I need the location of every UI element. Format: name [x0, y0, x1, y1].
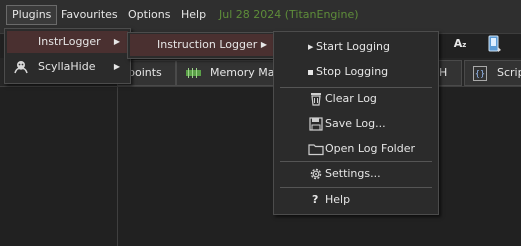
submenu-item-label: Instruction Logger: [157, 38, 258, 51]
menu-options[interactable]: Options: [123, 6, 175, 24]
chevron-right-icon: ▶: [113, 62, 120, 71]
tab-memory-map[interactable]: Memory Map: [176, 60, 278, 86]
plugins-menu: InstrLogger ▶ ScyllaHide ▶: [4, 28, 131, 84]
build-info: Jul 28 2024 (TitanEngine): [219, 8, 359, 21]
help-item[interactable]: ? Help: [276, 189, 436, 211]
font-icon[interactable]: Az: [450, 34, 470, 54]
start-logging-label: Start Logging: [316, 40, 391, 53]
device-icon[interactable]: [484, 34, 504, 54]
stop-icon: [308, 70, 313, 75]
font-icon-sub: z: [462, 41, 467, 49]
menu-separator: [280, 187, 432, 188]
pane-divider-horizontal: [0, 86, 521, 87]
script-icon: {}: [473, 66, 487, 81]
menu-separator: [280, 161, 432, 162]
clear-log-item[interactable]: Clear Log: [276, 88, 436, 110]
save-log-label: Save Log...: [325, 117, 386, 130]
play-icon: ▶: [308, 43, 314, 51]
tab-handles-label: H: [439, 66, 448, 79]
logger-submenu: ▶ Start Logging Stop Logging Clear Log S…: [273, 31, 439, 215]
font-icon-letter: A: [453, 37, 463, 50]
save-log-item[interactable]: Save Log...: [276, 113, 436, 135]
plugins-menu-item-instrlogger[interactable]: InstrLogger ▶: [7, 31, 128, 53]
save-icon: [309, 117, 323, 131]
tab-breakpoints-label: points: [128, 66, 162, 79]
open-log-folder-label: Open Log Folder: [325, 142, 416, 155]
instrlogger-submenu: Instruction Logger ▶: [127, 32, 278, 59]
memory-icon: [186, 68, 201, 78]
menu-help[interactable]: Help: [176, 6, 211, 24]
plugins-menu-item-scyllahide[interactable]: ScyllaHide ▶: [7, 56, 128, 78]
plugins-menu-item-label: ScyllaHide: [38, 60, 96, 73]
start-logging-item[interactable]: ▶ Start Logging: [276, 36, 436, 58]
clear-log-label: Clear Log: [325, 92, 377, 105]
tab-script-label: Scrip: [497, 66, 521, 79]
help-icon: ?: [312, 193, 319, 206]
help-label: Help: [325, 193, 351, 206]
settings-item[interactable]: Settings...: [276, 163, 436, 185]
tab-script[interactable]: {} Scrip: [464, 60, 521, 86]
settings-label: Settings...: [325, 167, 381, 180]
trash-icon: [311, 93, 321, 106]
pane-divider-vertical: [117, 86, 118, 246]
plugins-menu-item-label: InstrLogger: [38, 35, 101, 48]
open-log-folder-item[interactable]: Open Log Folder: [276, 138, 436, 160]
submenu-item-instruction-logger[interactable]: Instruction Logger ▶: [130, 34, 275, 56]
stop-logging-label: Stop Logging: [316, 65, 389, 78]
chevron-right-icon: ▶: [260, 40, 267, 49]
menu-plugins[interactable]: Plugins: [6, 5, 58, 25]
tab-memory-map-label: Memory Map: [210, 66, 278, 79]
menu-favourites[interactable]: Favourites: [56, 6, 123, 24]
chevron-right-icon: ▶: [113, 37, 120, 46]
gear-icon: [310, 168, 322, 180]
stop-logging-item[interactable]: Stop Logging: [276, 61, 436, 83]
folder-icon: [308, 144, 324, 156]
scylla-icon: [14, 61, 28, 74]
